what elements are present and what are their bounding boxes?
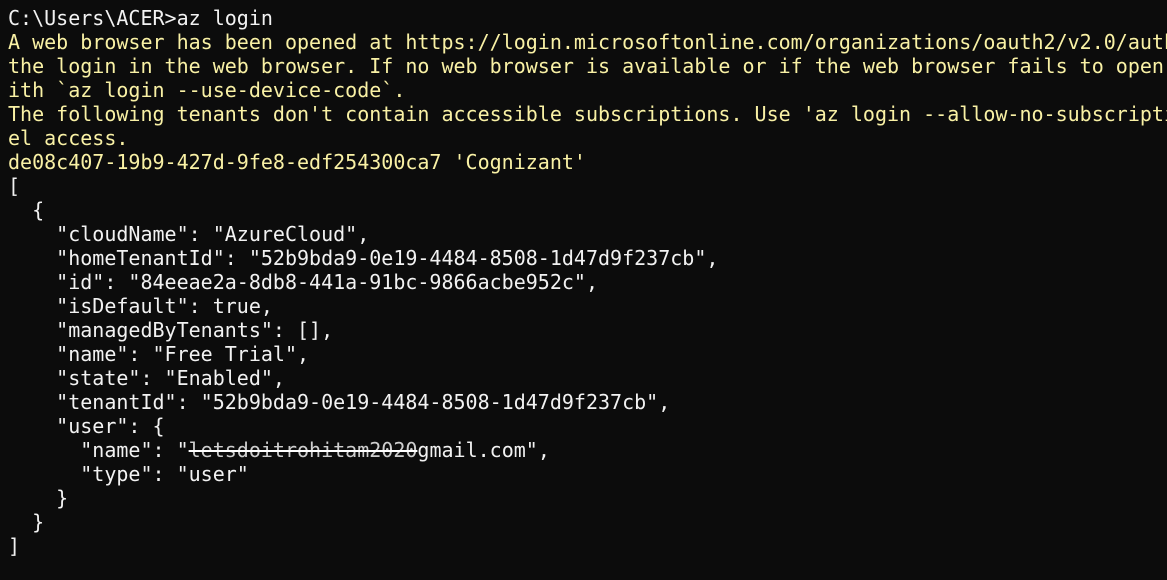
json-user-name: "name": "letsdoitrohitam2020gmail.com", (8, 438, 1167, 462)
command-prompt-line: C:\Users\ACER>az login (8, 6, 273, 30)
json-is-default: "isDefault": true, (8, 294, 273, 318)
json-close-bracket: ] (8, 534, 21, 558)
tenant-id-line: de08c407-19b9-427d-9fe8-edf254300ca7 'Co… (8, 150, 586, 174)
terminal-window[interactable]: C:\Users\ACER>az login A web browser has… (8, 6, 1167, 558)
device-code-warning: the login in the web browser. If no web … (8, 54, 1167, 78)
json-name: "name": "Free Trial", (8, 342, 310, 366)
device-code-warning-continued: ith `az login --use-device-code`. (8, 78, 406, 102)
user-name-redacted: letsdoitrohitam2020 (188, 438, 418, 462)
user-name-suffix: gmail.com", (417, 438, 550, 462)
json-open-brace: { (8, 198, 45, 222)
json-user-type: "type": "user" (8, 462, 249, 486)
json-user-open: "user": { (8, 414, 165, 438)
json-cloud-name: "cloudName": "AzureCloud", (8, 222, 370, 246)
tenant-warning-continued: el access. (8, 126, 129, 150)
json-open-bracket: [ (8, 174, 21, 198)
json-managed-by-tenants: "managedByTenants": [], (8, 318, 334, 342)
user-name-prefix: "name": " (8, 438, 189, 462)
browser-opened-warning: A web browser has been opened at https:/… (8, 30, 1167, 54)
json-id: "id": "84eeae2a-8db8-441a-91bc-9866acbe9… (8, 270, 599, 294)
json-tenant-id: "tenantId": "52b9bda9-0e19-4484-8508-1d4… (8, 390, 671, 414)
json-home-tenant-id: "homeTenantId": "52b9bda9-0e19-4484-8508… (8, 246, 719, 270)
tenant-warning: The following tenants don't contain acce… (8, 102, 1167, 126)
json-close-brace: } (8, 510, 45, 534)
json-user-close: } (8, 486, 69, 510)
json-state: "state": "Enabled", (8, 366, 285, 390)
